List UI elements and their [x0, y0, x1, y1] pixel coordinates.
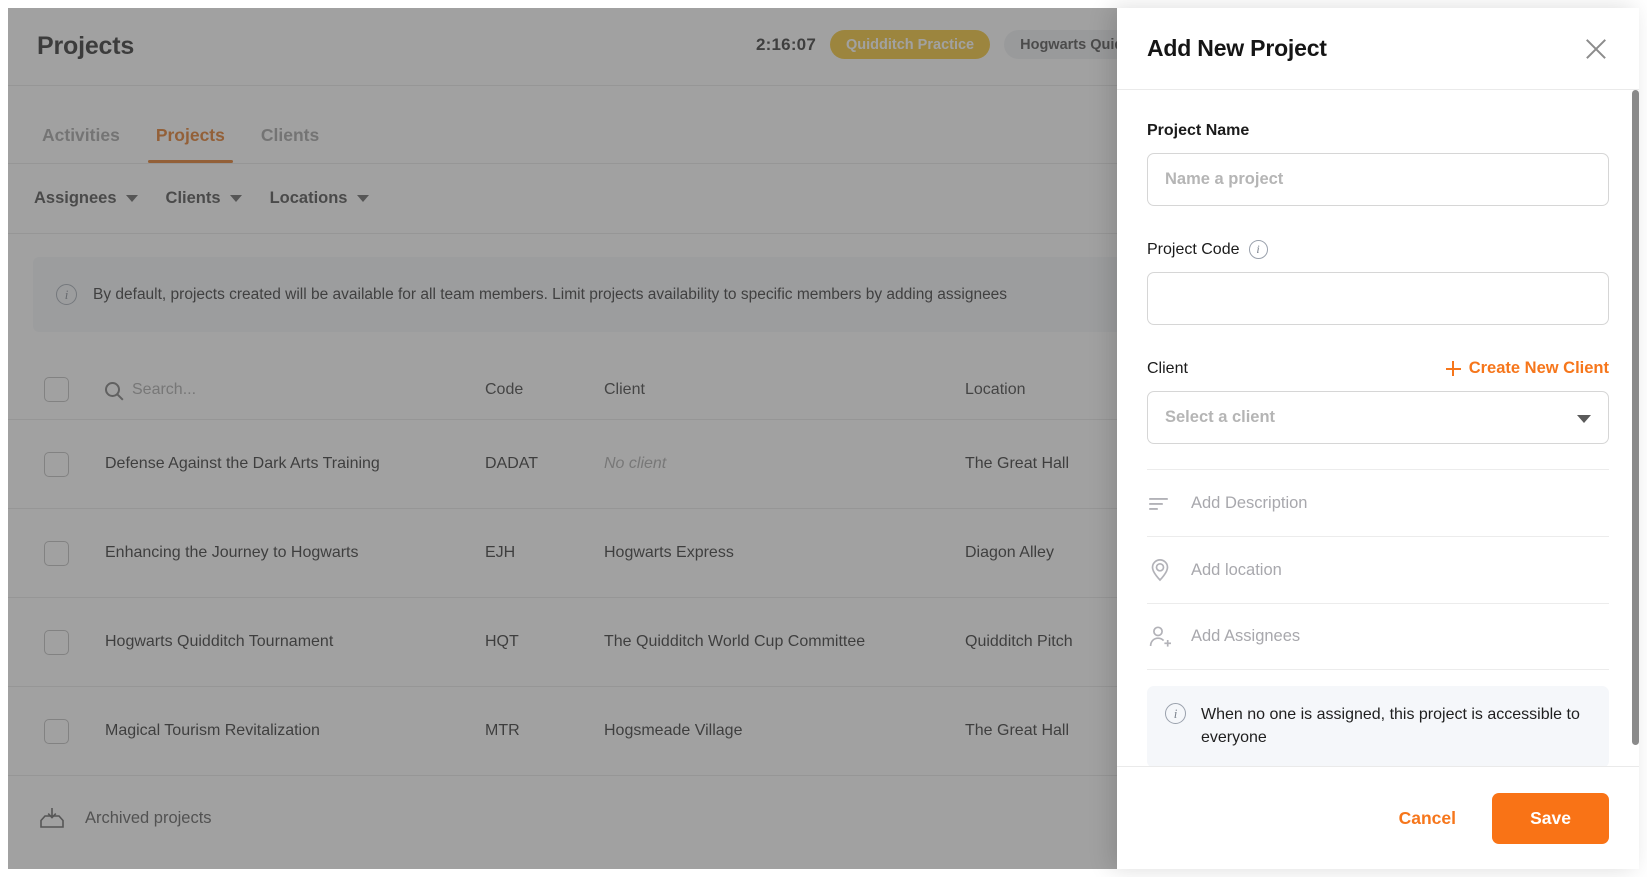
row-project-name: Enhancing the Journey to Hogwarts	[105, 544, 359, 561]
info-icon: i	[1165, 703, 1186, 724]
panel-title: Add New Project	[1147, 35, 1327, 61]
filter-assignees[interactable]: Assignees	[24, 183, 148, 214]
archived-projects-label: Archived projects	[85, 808, 212, 827]
row-checkbox[interactable]	[44, 718, 69, 744]
info-icon: i	[56, 284, 77, 305]
row-project-client: No client	[604, 455, 667, 472]
row-project-code: EJH	[485, 544, 516, 561]
row-project-name: Defense Against the Dark Arts Training	[105, 455, 380, 472]
tab-projects[interactable]: Projects	[138, 125, 243, 163]
description-lines-icon	[1147, 490, 1173, 516]
info-icon[interactable]: i	[1248, 240, 1268, 259]
column-header-code[interactable]: Code	[485, 381, 604, 399]
row-checkbox[interactable]	[44, 540, 69, 566]
panel-scrollbar[interactable]	[1632, 90, 1639, 745]
row-project-client: The Quidditch World Cup Committee	[604, 633, 866, 650]
select-all-cell	[8, 377, 105, 402]
row-checkbox[interactable]	[44, 451, 69, 477]
row-project-code: DADAT	[485, 455, 539, 472]
add-description-row[interactable]: Add Description	[1147, 469, 1609, 536]
optional-fields: Add Description Add location Add Assigne…	[1147, 469, 1609, 670]
project-code-label: Project Code	[1147, 240, 1240, 258]
chevron-down-icon	[356, 195, 369, 202]
project-name-label: Project Name	[1147, 122, 1250, 139]
row-project-code: HQT	[485, 633, 519, 650]
add-assignees-label: Add Assignees	[1191, 627, 1301, 645]
row-checkbox[interactable]	[44, 629, 69, 655]
row-project-name: Hogwarts Quidditch Tournament	[105, 633, 334, 650]
row-select-cell	[8, 629, 105, 655]
add-description-label: Add Description	[1191, 493, 1308, 512]
screen: Projects 2:16:07 Quidditch Practice Hogw…	[0, 0, 1647, 877]
row-project-client: Hogsmeade Village	[604, 722, 743, 739]
row-select-cell	[8, 540, 105, 566]
client-select-value: Select a client	[1165, 408, 1276, 426]
search-input[interactable]: Search...	[105, 381, 485, 399]
create-new-client-button[interactable]: Create New Client	[1445, 359, 1609, 378]
select-all-checkbox[interactable]	[44, 377, 69, 402]
add-assignees-row[interactable]: Add Assignees	[1147, 603, 1609, 670]
header-timer-area: 2:16:07 Quidditch Practice Hogwarts Quid…	[756, 30, 1149, 59]
create-new-client-label: Create New Client	[1468, 359, 1609, 377]
active-task-chip[interactable]: Quidditch Practice	[830, 30, 991, 59]
filter-locations-label: Locations	[269, 189, 348, 207]
add-new-project-panel: Add New Project Project Name Project Cod…	[1117, 8, 1639, 869]
search-placeholder: Search...	[132, 380, 197, 398]
cancel-button[interactable]: Cancel	[1385, 798, 1470, 839]
search-icon	[105, 382, 120, 397]
close-icon[interactable]	[1581, 34, 1611, 64]
panel-footer: Cancel Save	[1117, 766, 1639, 869]
client-label-row: Client Create New Client	[1147, 359, 1609, 378]
panel-header: Add New Project	[1117, 8, 1639, 90]
archive-download-icon	[38, 806, 66, 830]
row-project-name: Magical Tourism Revitalization	[105, 722, 320, 739]
filter-clients[interactable]: Clients	[156, 183, 252, 214]
filter-clients-label: Clients	[165, 189, 221, 207]
chevron-down-icon	[229, 195, 242, 202]
plus-icon	[1445, 361, 1461, 376]
column-header-client[interactable]: Client	[604, 381, 965, 399]
filter-locations[interactable]: Locations	[260, 183, 379, 214]
row-project-code: MTR	[485, 722, 520, 739]
assignee-note-text: When no one is assigned, this project is…	[1201, 706, 1580, 747]
timer-value: 2:16:07	[756, 34, 816, 54]
page-title: Projects	[37, 32, 135, 60]
filter-assignees-label: Assignees	[34, 189, 117, 207]
chevron-down-icon	[1577, 415, 1591, 423]
availability-notice-text: By default, projects created will be ava…	[93, 285, 1008, 303]
map-pin-icon	[1147, 557, 1173, 583]
person-add-icon	[1147, 624, 1173, 650]
assignee-note: i When no one is assigned, this project …	[1147, 686, 1609, 766]
row-select-cell	[8, 718, 105, 744]
availability-notice: i By default, projects created will be a…	[33, 257, 1303, 332]
save-button[interactable]: Save	[1492, 792, 1609, 844]
client-label: Client	[1147, 359, 1188, 377]
project-code-label-row: Project Code i	[1147, 240, 1609, 259]
project-name-input[interactable]	[1147, 153, 1609, 206]
row-select-cell	[8, 451, 105, 477]
row-project-client: Hogwarts Express	[604, 544, 734, 561]
tab-activities[interactable]: Activities	[24, 125, 138, 163]
tab-clients[interactable]: Clients	[243, 125, 337, 163]
add-location-label: Add location	[1191, 560, 1282, 579]
panel-body: Project Name Project Code i Client Creat…	[1117, 90, 1639, 766]
project-code-input[interactable]	[1147, 272, 1609, 325]
add-location-row[interactable]: Add location	[1147, 536, 1609, 603]
chevron-down-icon	[125, 195, 138, 202]
client-select[interactable]: Select a client	[1147, 391, 1609, 444]
